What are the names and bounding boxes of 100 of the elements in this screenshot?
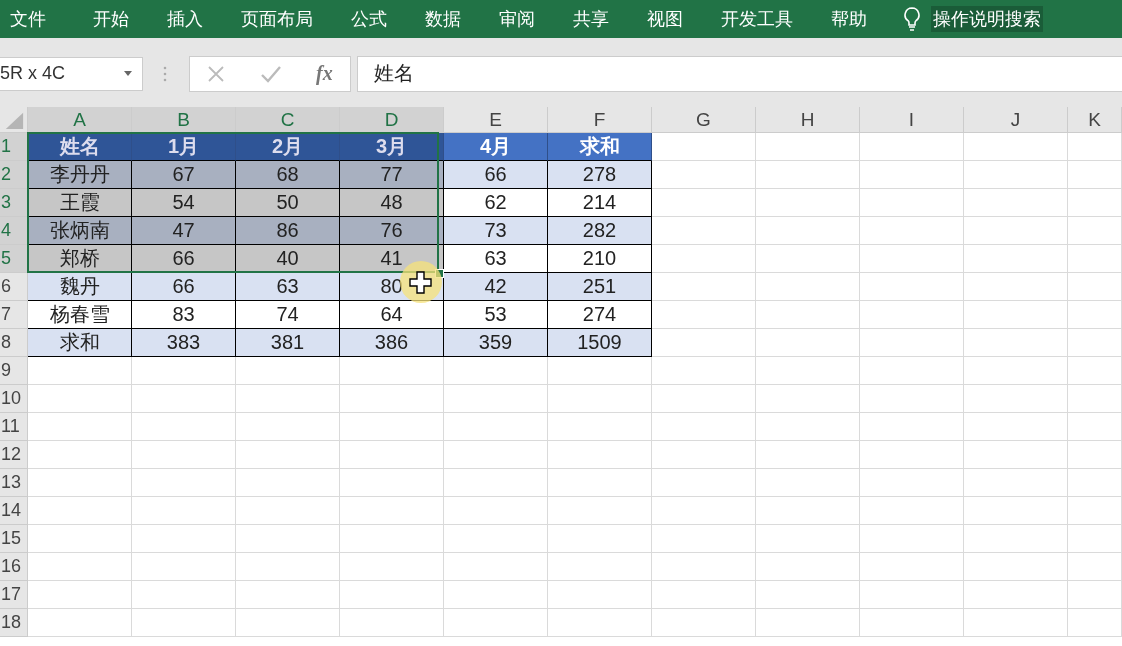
empty-cell: [1068, 581, 1122, 609]
row-header[interactable]: 7: [0, 301, 28, 329]
table-cell: 86: [236, 217, 340, 245]
tell-me-search[interactable]: 操作说明搜索: [931, 6, 1043, 32]
table-cell: 64: [340, 301, 444, 329]
name-box[interactable]: 5R x 4C: [0, 56, 143, 91]
table-cell: 3月: [340, 133, 444, 161]
table-cell: 杨春雪: [28, 301, 132, 329]
empty-cell: [1068, 497, 1122, 525]
table-cell: 83: [132, 301, 236, 329]
row-header[interactable]: 15: [0, 525, 28, 553]
ribbon-tab[interactable]: 共享: [573, 7, 609, 31]
table-cell: 40: [236, 245, 340, 273]
table-cell: 214: [548, 189, 652, 217]
empty-cell: [1068, 273, 1122, 301]
insert-function-button[interactable]: fx: [316, 62, 333, 85]
table-cell: 386: [340, 329, 444, 357]
table-cell: 62: [444, 189, 548, 217]
ribbon-tab[interactable]: 审阅: [499, 7, 535, 31]
ribbon-tab[interactable]: 页面布局: [241, 7, 313, 31]
check-icon[interactable]: [259, 64, 282, 83]
column-header[interactable]: K: [1068, 107, 1122, 133]
table-cell: 李丹丹: [28, 161, 132, 189]
lightbulb-icon[interactable]: [903, 6, 921, 32]
formula-field[interactable]: 姓名: [357, 55, 1122, 92]
table-cell: 王霞: [28, 189, 132, 217]
row-header[interactable]: 14: [0, 497, 28, 525]
row-header[interactable]: 10: [0, 385, 28, 413]
table-cell: 魏丹: [28, 273, 132, 301]
empty-cell: [1068, 217, 1122, 245]
row-header[interactable]: 12: [0, 441, 28, 469]
row-header[interactable]: 5: [0, 245, 28, 273]
row-header[interactable]: 18: [0, 609, 28, 637]
ribbon-tab[interactable]: 视图: [647, 7, 683, 31]
column-header[interactable]: E: [444, 107, 548, 133]
column-header[interactable]: J: [964, 107, 1068, 133]
table-cell: 66: [132, 273, 236, 301]
ribbon-tab[interactable]: 开始: [93, 7, 129, 31]
ribbon-tab[interactable]: 开发工具: [721, 7, 793, 31]
column-header[interactable]: C: [236, 107, 340, 133]
ribbon-tab[interactable]: 文件: [10, 7, 46, 31]
table-cell: 210: [548, 245, 652, 273]
caret-icon[interactable]: [124, 71, 132, 76]
row-header[interactable]: 11: [0, 413, 28, 441]
column-header[interactable]: A: [28, 107, 132, 133]
table-cell: 48: [340, 189, 444, 217]
column-header[interactable]: D: [340, 107, 444, 133]
column-header[interactable]: B: [132, 107, 236, 133]
empty-cell: [1068, 413, 1122, 441]
empty-cell: [1068, 609, 1122, 637]
row-header[interactable]: 13: [0, 469, 28, 497]
column-header[interactable]: F: [548, 107, 652, 133]
cancel-icon[interactable]: [207, 64, 226, 83]
empty-cell: [1068, 553, 1122, 581]
table-cell: 274: [548, 301, 652, 329]
ribbon-tab[interactable]: 帮助: [831, 7, 867, 31]
row-header[interactable]: 3: [0, 189, 28, 217]
row-header[interactable]: 8: [0, 329, 28, 357]
select-all-icon[interactable]: [0, 107, 28, 133]
empty-cell: [1068, 441, 1122, 469]
empty-cell: [1068, 357, 1122, 385]
empty-cell: [1068, 133, 1122, 161]
table-cell: 63: [236, 273, 340, 301]
table-cell: 66: [444, 161, 548, 189]
row-header[interactable]: 1: [0, 133, 28, 161]
table-cell: 2月: [236, 133, 340, 161]
empty-cell: [1068, 161, 1122, 189]
empty-cell: [1068, 301, 1122, 329]
empty-cell: [1068, 245, 1122, 273]
row-header[interactable]: 9: [0, 357, 28, 385]
table-cell: 50: [236, 189, 340, 217]
ribbon-tab[interactable]: 数据: [425, 7, 461, 31]
table-cell: 42: [444, 273, 548, 301]
table-cell: 68: [236, 161, 340, 189]
table-cell: 54: [132, 189, 236, 217]
table-cell: 383: [132, 329, 236, 357]
table-cell: 4月: [444, 133, 548, 161]
ribbon-tab[interactable]: 插入: [167, 7, 203, 31]
empty-cell: [1068, 525, 1122, 553]
table-cell: 1月: [132, 133, 236, 161]
table-cell: 1509: [548, 329, 652, 357]
ribbon-tab[interactable]: 公式: [351, 7, 387, 31]
drag-handle-icon[interactable]: [163, 65, 167, 82]
column-header[interactable]: G: [652, 107, 756, 133]
table-cell: 77: [340, 161, 444, 189]
table-cell: 53: [444, 301, 548, 329]
table-cell: 求和: [28, 329, 132, 357]
table-cell: 278: [548, 161, 652, 189]
table-cell: 47: [132, 217, 236, 245]
row-header[interactable]: 16: [0, 553, 28, 581]
row-header[interactable]: 6: [0, 273, 28, 301]
row-header[interactable]: 17: [0, 581, 28, 609]
table-cell: 359: [444, 329, 548, 357]
row-header[interactable]: 2: [0, 161, 28, 189]
table-cell: 251: [548, 273, 652, 301]
empty-cell: [1068, 469, 1122, 497]
table-cell: 63: [444, 245, 548, 273]
column-header[interactable]: H: [756, 107, 860, 133]
row-header[interactable]: 4: [0, 217, 28, 245]
column-header[interactable]: I: [860, 107, 964, 133]
